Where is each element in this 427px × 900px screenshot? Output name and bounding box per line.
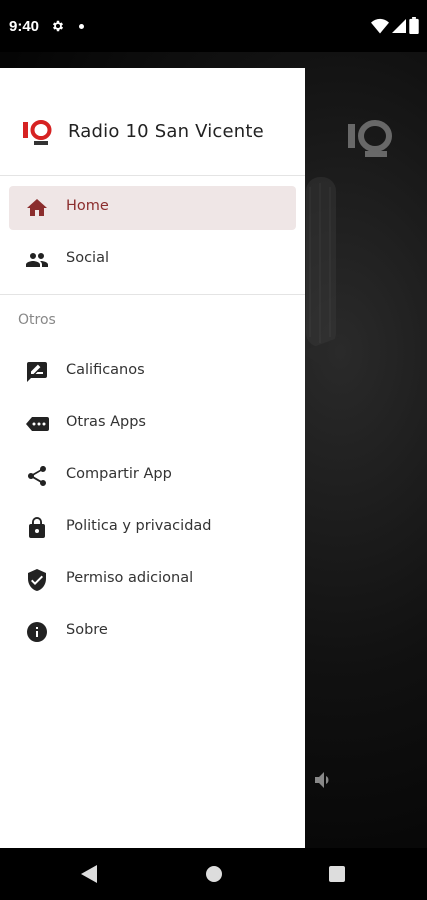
cell-signal-icon xyxy=(392,18,406,33)
nav-item-label: Calificanos xyxy=(66,362,145,378)
home-icon xyxy=(27,199,47,216)
nav-item-label: Home xyxy=(66,198,109,214)
navigation-drawer: Radio 10 San Vicente Home Social Otros C… xyxy=(0,68,305,848)
nav-item-home[interactable]: Home xyxy=(9,186,296,230)
notification-dot-icon xyxy=(79,24,84,29)
status-icons xyxy=(371,17,419,34)
system-nav-bar xyxy=(0,848,427,900)
wifi-icon xyxy=(371,18,389,33)
settings-icon xyxy=(52,20,64,32)
volume-icon[interactable] xyxy=(312,768,336,792)
drawer-header: Radio 10 San Vicente xyxy=(0,68,305,175)
nav-item-label: Otras Apps xyxy=(66,414,146,430)
nav-item-sobre[interactable]: Sobre xyxy=(9,610,296,654)
status-time: 9:40 xyxy=(9,18,40,35)
more-apps-icon xyxy=(26,417,49,431)
nav-item-calificanos[interactable]: Calificanos xyxy=(9,350,296,394)
battery-icon xyxy=(409,17,419,34)
nav-item-label: Sobre xyxy=(66,622,108,638)
nav-item-label: Permiso adicional xyxy=(66,570,194,586)
info-icon xyxy=(27,622,47,642)
brand-logo-icon xyxy=(23,120,52,145)
back-icon[interactable] xyxy=(81,865,97,883)
station-logo-icon xyxy=(348,120,392,157)
brand-name: Radio 10 San Vicente xyxy=(68,121,264,142)
rate-review-icon xyxy=(27,362,47,382)
nav-item-permiso-adicional[interactable]: Permiso adicional xyxy=(9,558,296,602)
share-icon xyxy=(27,465,46,486)
verified-shield-icon xyxy=(28,569,46,591)
nav-item-label: Social xyxy=(66,250,109,266)
home-button-icon[interactable] xyxy=(206,866,222,882)
nav-item-label: Politica y privacidad xyxy=(66,518,212,534)
nav-item-label: Compartir App xyxy=(66,466,172,482)
nav-item-social[interactable]: Social xyxy=(9,238,296,282)
microphone-image-icon xyxy=(300,177,340,377)
lock-icon xyxy=(29,517,45,538)
header-divider xyxy=(0,175,305,176)
people-icon xyxy=(26,253,48,267)
section-divider xyxy=(0,294,305,295)
status-bar: 9:40 xyxy=(0,0,427,52)
section-header: Otros xyxy=(18,312,56,328)
recent-apps-icon[interactable] xyxy=(329,866,345,882)
nav-item-otras-apps[interactable]: Otras Apps xyxy=(9,402,296,446)
nav-item-compartir-app[interactable]: Compartir App xyxy=(9,454,296,498)
nav-item-politica-privacidad[interactable]: Politica y privacidad xyxy=(9,506,296,550)
